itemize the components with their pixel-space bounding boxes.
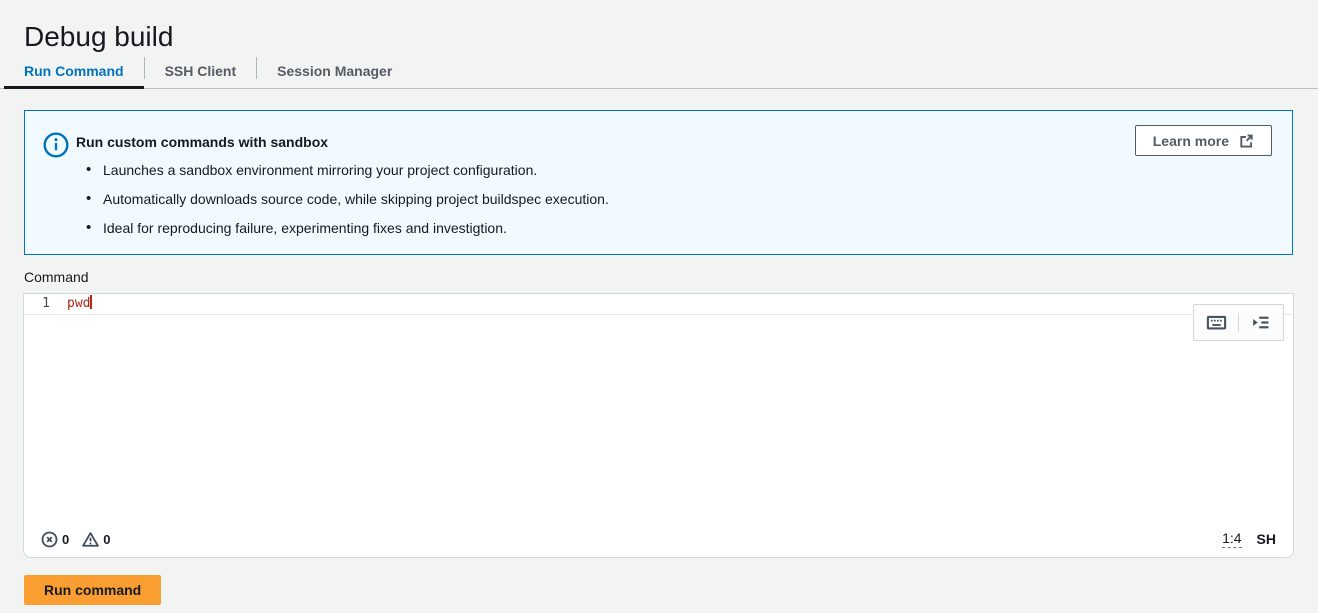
- line-number: 1: [24, 294, 50, 314]
- errors-count: 0: [62, 532, 69, 547]
- banner-bullet: Automatically downloads source code, whi…: [86, 191, 609, 207]
- toolbar-divider: [1238, 313, 1239, 332]
- warnings-count: 0: [103, 532, 110, 547]
- code-content[interactable]: pwd: [67, 294, 92, 314]
- tab-ssh-client[interactable]: SSH Client: [145, 53, 257, 89]
- banner-bullet-list: Launches a sandbox environment mirroring…: [76, 162, 609, 236]
- learn-more-button[interactable]: Learn more: [1135, 125, 1272, 156]
- info-banner: Run custom commands with sandbox Launche…: [24, 110, 1293, 255]
- cursor-position[interactable]: 1:4: [1222, 530, 1241, 548]
- banner-content: Run custom commands with sandbox Launche…: [76, 130, 609, 249]
- code-line-active[interactable]: 1 pwd: [24, 294, 1293, 315]
- warning-triangle-icon: [82, 531, 99, 548]
- tab-session-manager[interactable]: Session Manager: [257, 53, 412, 89]
- editor-status-bar: 0 0 1:4 SH: [24, 521, 1293, 557]
- error-circle-icon: [41, 531, 58, 548]
- errors-indicator: 0: [41, 531, 69, 548]
- warnings-indicator: 0: [82, 531, 110, 548]
- keyboard-icon: [1206, 312, 1227, 333]
- banner-bullet: Ideal for reproducing failure, experimen…: [86, 220, 609, 236]
- page-title: Debug build: [24, 20, 173, 54]
- banner-bullet: Launches a sandbox environment mirroring…: [86, 162, 609, 178]
- tab-run-command[interactable]: Run Command: [4, 53, 144, 89]
- tab-bar: Run Command SSH Client Session Manager: [4, 53, 412, 89]
- keyboard-shortcuts-button[interactable]: [1206, 312, 1227, 333]
- indent-settings-icon: [1250, 312, 1271, 333]
- command-code-editor[interactable]: 1 pwd: [23, 293, 1294, 558]
- text-caret: [90, 295, 92, 309]
- command-field-label: Command: [24, 269, 89, 285]
- run-command-button[interactable]: Run command: [24, 575, 161, 605]
- banner-title: Run custom commands with sandbox: [76, 134, 609, 150]
- editor-language: SH: [1257, 531, 1276, 547]
- editor-toolbar: [1193, 304, 1284, 341]
- editor-settings-button[interactable]: [1250, 312, 1271, 333]
- info-icon: [43, 132, 69, 249]
- learn-more-label: Learn more: [1153, 133, 1229, 149]
- external-link-icon: [1238, 133, 1254, 149]
